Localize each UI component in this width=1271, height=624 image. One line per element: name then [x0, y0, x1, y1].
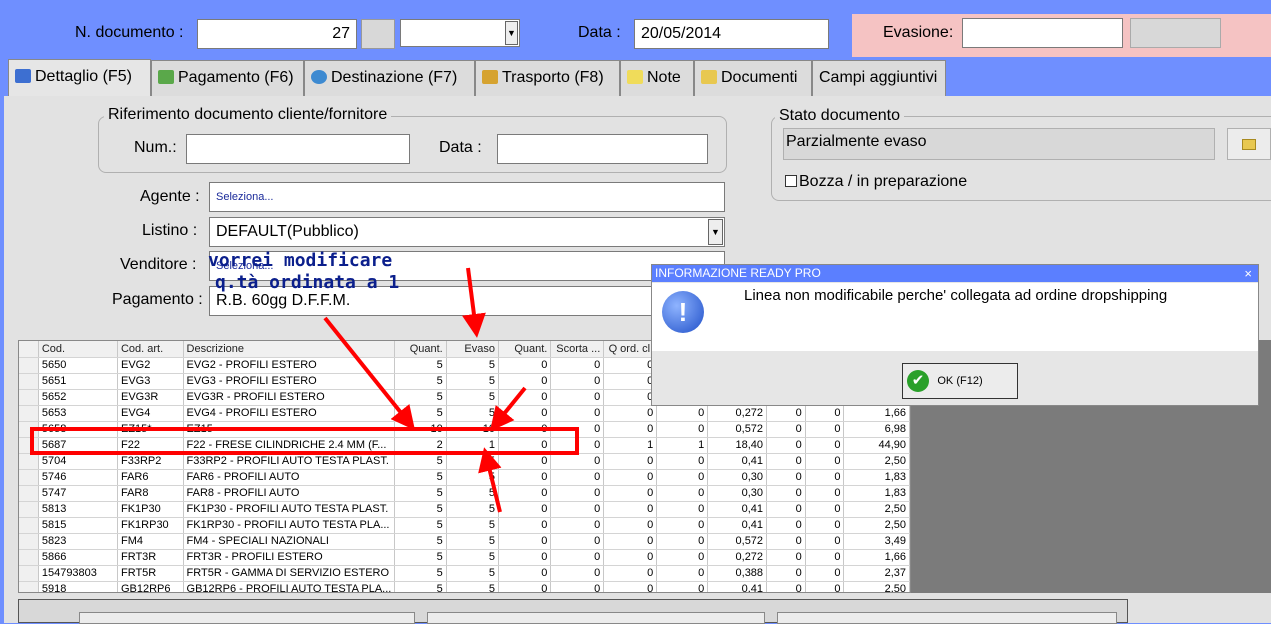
bottom-toolbar	[18, 599, 1128, 624]
toolbar-button-2[interactable]	[427, 612, 765, 624]
exclamation-icon: !	[662, 291, 704, 333]
dialog-title-text: INFORMAZIONE READY PRO	[655, 266, 821, 280]
ok-button[interactable]: ✔ OK (F12)	[902, 363, 1018, 399]
arrow-to-quant	[323, 316, 416, 431]
close-icon[interactable]: ×	[1244, 265, 1252, 282]
ok-button-label: OK (F12)	[937, 375, 983, 387]
check-icon: ✔	[907, 370, 929, 392]
dialog-message: Linea non modificabile perche' collegata…	[744, 287, 1168, 304]
dialog-title: INFORMAZIONE READY PRO ×	[652, 265, 1258, 282]
toolbar-button-1[interactable]	[79, 612, 415, 624]
arrow-to-evaso-upper	[489, 386, 527, 432]
arrow-to-evaso-header	[462, 267, 486, 338]
toolbar-button-3[interactable]	[777, 612, 1117, 624]
info-dialog: INFORMAZIONE READY PRO × ! Linea non modi…	[651, 264, 1259, 406]
arrow-to-evaso-lower	[478, 447, 502, 513]
